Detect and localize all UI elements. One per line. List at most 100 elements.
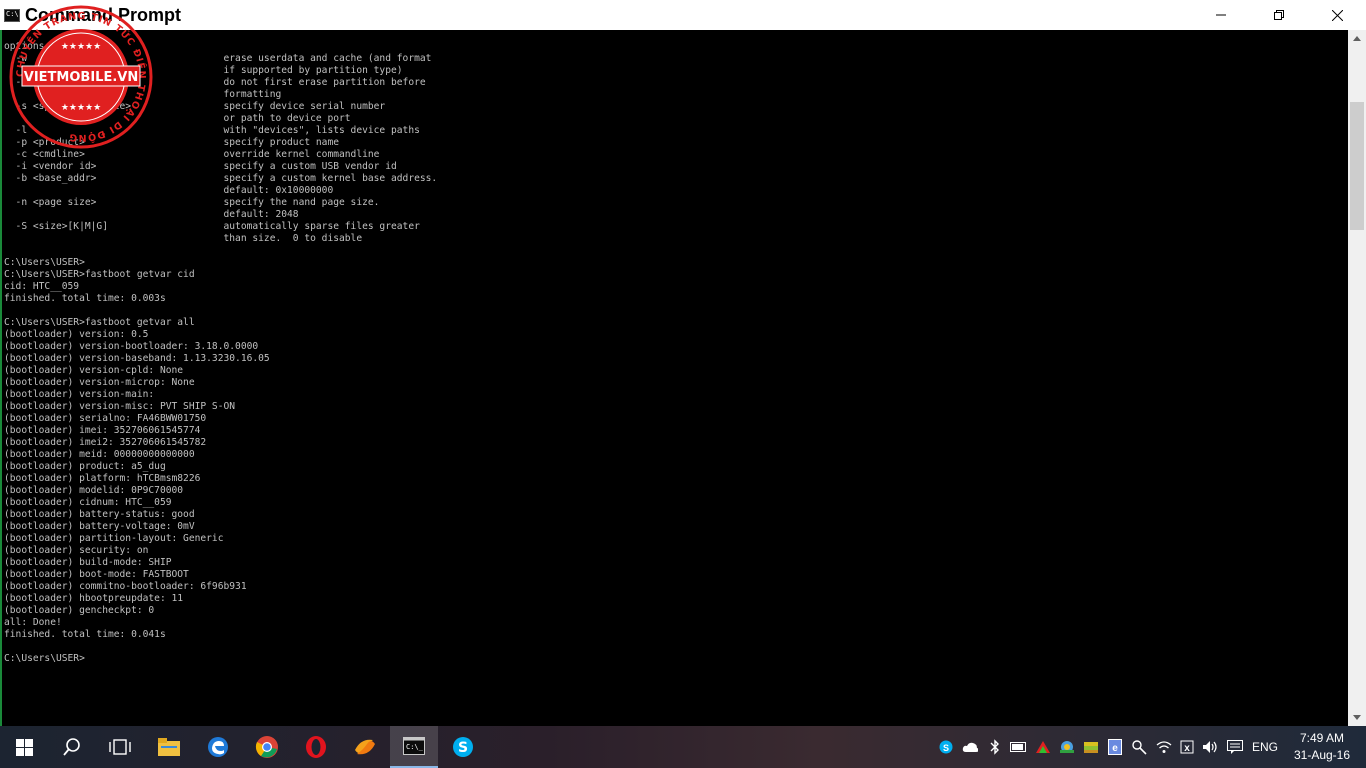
close-icon [1331, 9, 1343, 21]
console-line: default: 0x10000000 [4, 185, 334, 196]
battery-icon [1010, 742, 1026, 752]
tray-network-app[interactable] [1035, 739, 1051, 755]
tray-notifications[interactable] [1227, 739, 1243, 755]
console-line: (bootloader) hbootpreupdate: 11 [4, 593, 184, 604]
console-line: (bootloader) version-baseband: 1.13.3230… [4, 353, 270, 364]
file-explorer-icon [158, 738, 180, 756]
taskbar-chrome[interactable] [243, 726, 291, 768]
console-line: -n <page size> specify the nand page siz… [4, 197, 380, 208]
console-line: all: Done! [4, 617, 62, 628]
books-icon [1084, 742, 1098, 753]
taskbar-file-explorer[interactable] [145, 726, 193, 768]
onedrive-cloud-icon [962, 742, 978, 752]
volume-icon [1203, 741, 1217, 753]
scroll-up-button[interactable] [1348, 30, 1366, 47]
tray-bluetooth[interactable] [987, 739, 1003, 755]
svg-text:C:\_: C:\_ [406, 743, 424, 751]
close-button[interactable] [1308, 0, 1366, 30]
console-line: (bootloader) gencheckpt: 0 [4, 605, 155, 616]
console-line: (bootloader) modelid: 0P9C70000 [4, 485, 184, 496]
minimize-icon [1216, 14, 1226, 16]
tray-books[interactable] [1083, 739, 1099, 755]
skype-icon: S [453, 737, 473, 757]
taskbar-skype[interactable]: S [439, 726, 487, 768]
taskbar-edge[interactable] [194, 726, 242, 768]
tray-onedrive[interactable] [962, 739, 978, 755]
action-flag-icon: x [1180, 740, 1194, 754]
console-line: (bootloader) version-main: [4, 389, 155, 400]
restore-button[interactable] [1250, 0, 1308, 30]
console-line: C:\Users\USER> [4, 653, 85, 664]
console-line: cid: HTC__059 [4, 281, 80, 292]
command-prompt-icon: C:\_ [403, 737, 425, 755]
title-bar[interactable]: Command Prompt [0, 0, 1366, 30]
console-line: (bootloader) version-bootloader: 3.18.0.… [4, 341, 259, 352]
console-line: (bootloader) boot-mode: FASTBOOT [4, 569, 189, 580]
tray-colorful-app[interactable] [1059, 739, 1075, 755]
svg-text:★★★★★: ★★★★★ [61, 102, 101, 112]
start-button[interactable] [0, 726, 48, 768]
taskbar-app-swirl[interactable] [341, 726, 389, 768]
console-line: (bootloader) product: a5_dug [4, 461, 166, 472]
network-app-icon [1036, 741, 1050, 753]
scroll-thumb[interactable] [1350, 102, 1364, 230]
console-line: (bootloader) security: on [4, 545, 149, 556]
svg-text:★★★★★: ★★★★★ [61, 41, 101, 51]
tray-action-center-flag[interactable]: x [1179, 739, 1195, 755]
console-line: (bootloader) version: 0.5 [4, 329, 149, 340]
scroll-down-button[interactable] [1348, 709, 1366, 726]
minimize-button[interactable] [1192, 0, 1250, 30]
console-line: (bootloader) battery-voltage: 0mV [4, 521, 195, 532]
app-s-icon: S [939, 740, 953, 754]
tray-wifi[interactable] [1156, 739, 1172, 755]
console-line: C:\Users\USER>fastboot getvar cid [4, 269, 195, 280]
console-line: (bootloader) partition-layout: Generic [4, 533, 224, 544]
task-view-icon [109, 739, 131, 755]
tool-icon [1132, 740, 1147, 755]
console-line: finished. total time: 0.003s [4, 293, 166, 304]
taskbar-command-prompt[interactable]: C:\_ [390, 726, 438, 768]
bluetooth-icon [990, 739, 999, 755]
colorful-app-icon [1060, 741, 1074, 753]
input-language[interactable]: ENG [1252, 740, 1278, 754]
tray-volume[interactable] [1202, 739, 1218, 755]
taskbar: C:\_ S S e x ENG 7:49 AM 31-Aug-16 [0, 726, 1366, 768]
clock-date[interactable]: 31-Aug-16 [1290, 748, 1354, 762]
console-line: finished. total time: 0.041s [4, 629, 166, 640]
chevron-up-icon [1353, 36, 1361, 41]
chrome-icon [255, 736, 278, 758]
tray-document[interactable]: e [1107, 739, 1123, 755]
console-line: (bootloader) meid: 00000000000000 [4, 449, 195, 460]
console-line: (bootloader) imei: 352706061545774 [4, 425, 201, 436]
console-line: -c <cmdline> override kernel commandline [4, 149, 380, 160]
svg-text:e: e [1112, 743, 1118, 754]
wifi-icon [1156, 741, 1172, 753]
document-icon: e [1108, 739, 1122, 755]
svg-text:S: S [943, 743, 949, 753]
console-area[interactable]: options: -w erase userdata and cache (an… [0, 30, 1348, 726]
clock-time[interactable]: 7:49 AM [1296, 731, 1348, 745]
console-line: (bootloader) imei2: 352706061545782 [4, 437, 207, 448]
console-line: (bootloader) version-cpld: None [4, 365, 184, 376]
tray-tool[interactable] [1131, 739, 1147, 755]
tray-app-s[interactable]: S [938, 739, 954, 755]
taskbar-opera[interactable] [292, 726, 340, 768]
search-button[interactable] [48, 726, 96, 768]
console-line: (bootloader) cidnum: HTC__059 [4, 497, 172, 508]
chevron-down-icon [1353, 715, 1361, 720]
console-line: (bootloader) build-mode: SHIP [4, 557, 172, 568]
task-view-button[interactable] [96, 726, 144, 768]
vertical-scrollbar[interactable] [1348, 30, 1366, 726]
tray-battery[interactable] [1010, 739, 1026, 755]
notifications-icon [1227, 740, 1243, 754]
console-line: than size. 0 to disable [4, 233, 363, 244]
console-line: (bootloader) version-misc: PVT SHIP S-ON [4, 401, 236, 412]
watermark-brand: VIETMOBILE.VN [24, 70, 138, 85]
console-line: (bootloader) commitno-bootloader: 6f96b9… [4, 581, 247, 592]
svg-text:x: x [1184, 743, 1190, 754]
opera-icon [306, 736, 326, 758]
console-line: -b <base_addr> specify a custom kernel b… [4, 173, 438, 184]
